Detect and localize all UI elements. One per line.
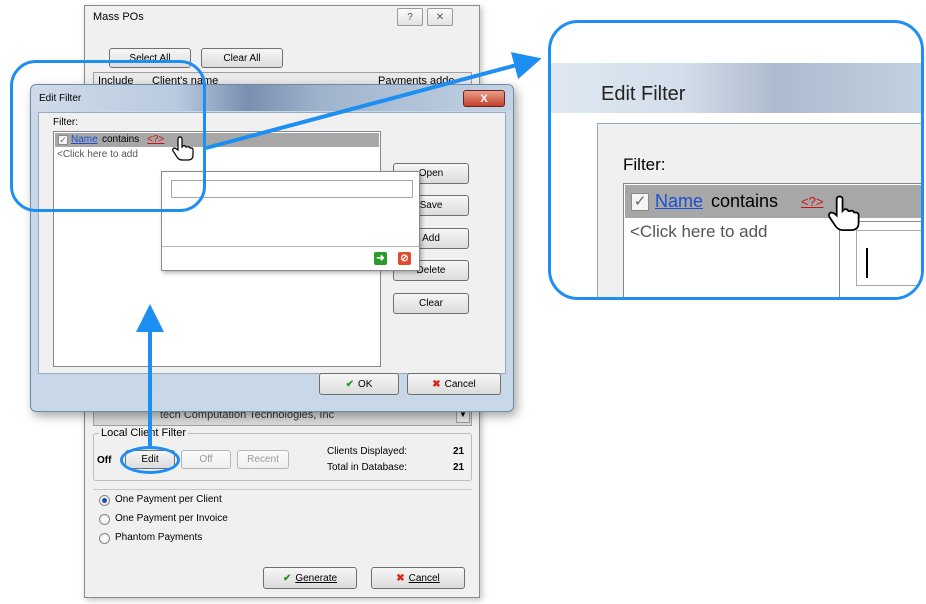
zoom-arrow	[205, 52, 542, 150]
callout-arrows	[136, 52, 542, 446]
